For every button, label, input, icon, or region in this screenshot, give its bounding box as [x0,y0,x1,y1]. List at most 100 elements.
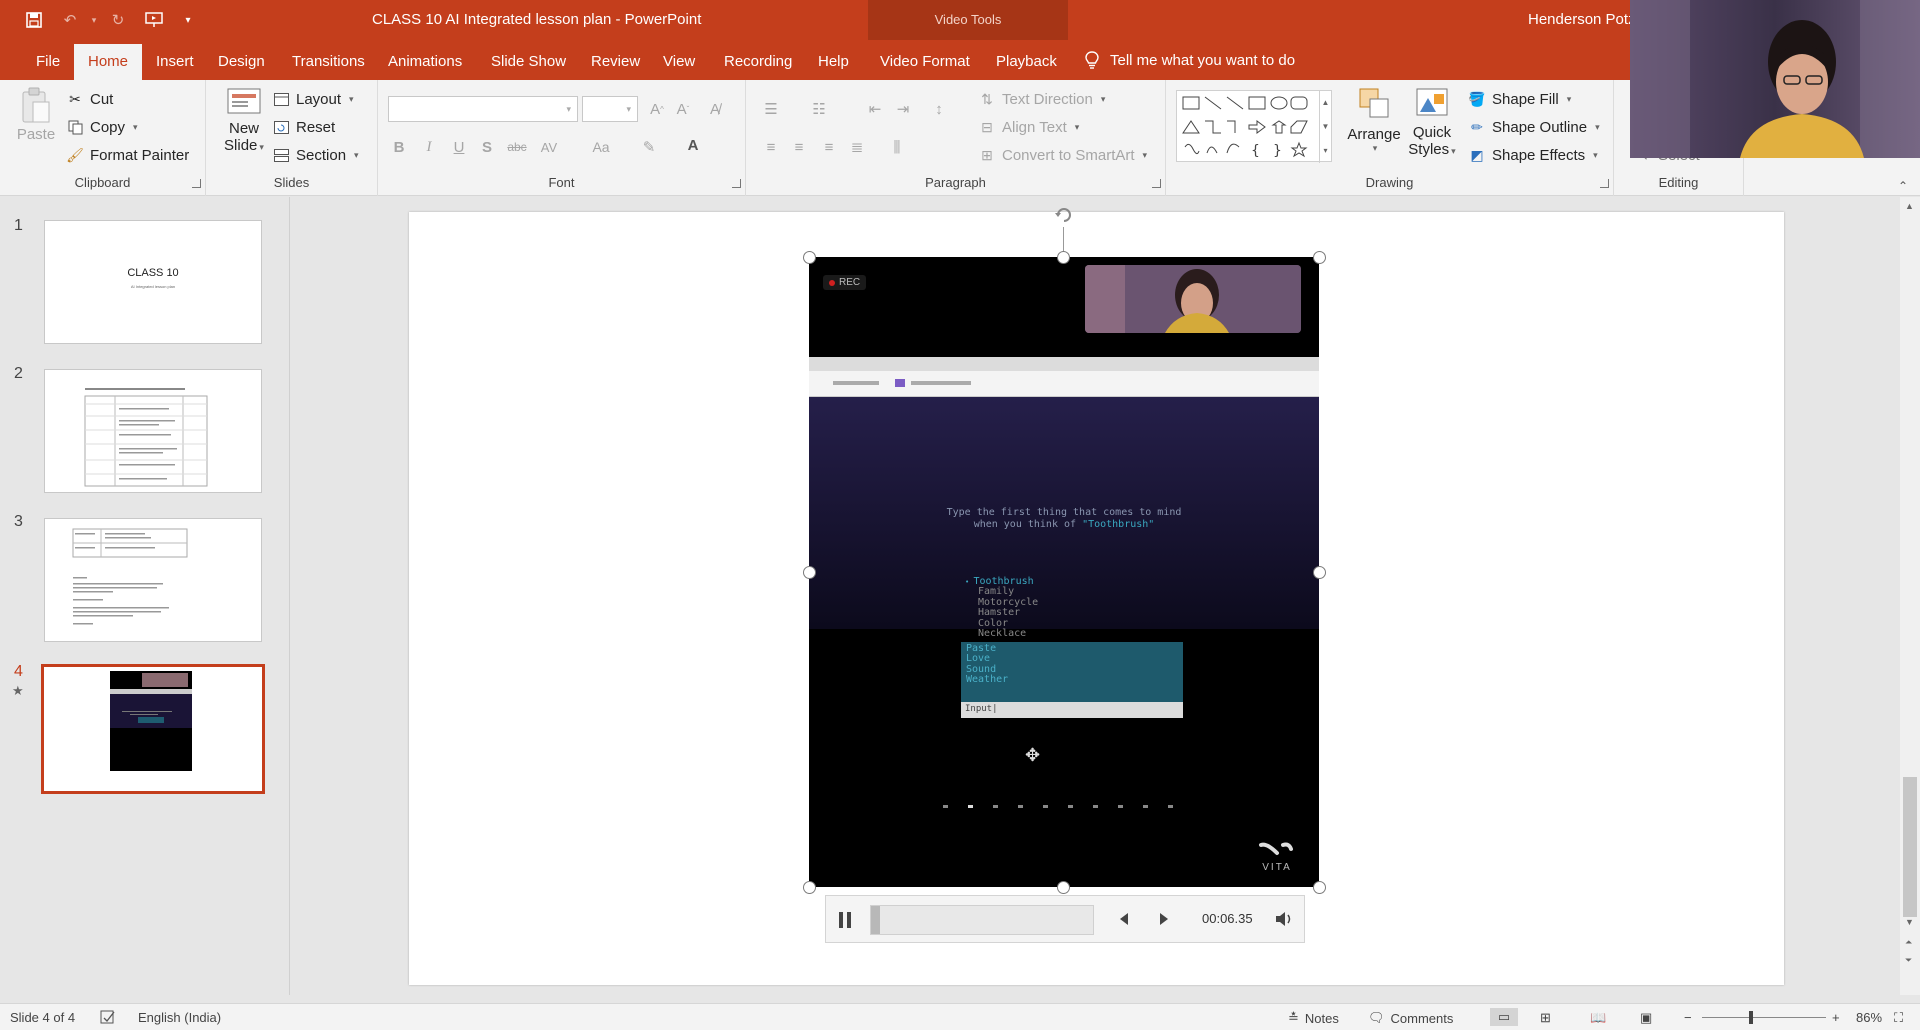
scroll-up-icon[interactable]: ▲ [1905,201,1914,211]
rotate-handle-icon[interactable] [1052,203,1076,227]
underline-button[interactable]: U [448,136,470,158]
slide-thumbnail-1[interactable]: CLASS 10 AI Integrated lesson plan [44,220,262,344]
align-right-icon[interactable]: ≡ [818,136,840,158]
user-name[interactable]: Henderson Potz [1528,11,1636,28]
slideshow-view-icon[interactable]: ▣ [1640,1010,1652,1026]
next-slide-icon[interactable]: ⏷ [1905,955,1912,966]
grow-font-icon[interactable]: A ^ [646,98,668,120]
scroll-down-icon[interactable]: ▼ [1905,917,1914,927]
align-text-button[interactable]: ⊟ Align Text ▾ [978,114,1079,140]
font-name-box[interactable]: ▾ [388,96,578,122]
bold-button[interactable]: B [388,136,410,158]
align-left-icon[interactable]: ≡ [760,136,782,158]
shape-outline-button[interactable]: ✏ Shape Outline ▾ [1468,114,1599,140]
shapes-gallery[interactable]: { } ▲ ▼ ▾ [1176,90,1332,163]
start-from-beginning-icon[interactable] [142,8,166,32]
resize-handle[interactable] [1057,881,1070,894]
copy-button[interactable]: Copy ▾ [66,114,138,140]
zoom-out-icon[interactable]: − [1684,1010,1692,1025]
shrink-font-icon[interactable]: Aˇ [672,98,694,120]
zoom-slider-thumb[interactable] [1749,1011,1753,1024]
increase-indent-icon[interactable]: ⇥ [892,98,914,120]
clear-formatting-icon[interactable]: A̸ [704,98,726,120]
next-frame-button[interactable] [1156,910,1172,931]
resize-handle[interactable] [1057,251,1070,264]
tab-video-format[interactable]: Video Format [866,40,984,80]
tell-me-search[interactable]: Tell me what you want to do [1084,40,1295,80]
tab-playback[interactable]: Playback [982,40,1071,80]
customize-qat-icon[interactable]: ▾ [176,8,200,32]
tab-recording[interactable]: Recording [710,40,806,80]
tab-transitions[interactable]: Transitions [278,40,379,80]
tab-slide-show[interactable]: Slide Show [477,40,580,80]
undo-dropdown-icon[interactable]: ▾ [82,8,106,32]
progress-bar[interactable] [870,905,1094,935]
tab-animations[interactable]: Animations [374,40,476,80]
numbering-icon[interactable]: ☷ [808,98,830,120]
notes-button[interactable]: ≛ Notes [1288,1010,1339,1026]
tab-insert[interactable]: Insert [142,40,208,80]
paste-button[interactable]: Paste [16,86,56,143]
spelling-icon[interactable] [100,1010,116,1024]
line-spacing-icon[interactable]: ↕ [928,98,950,120]
cut-button[interactable]: ✂ Cut [66,86,113,112]
resize-handle[interactable] [803,566,816,579]
tab-design[interactable]: Design [204,40,279,80]
quick-styles-button[interactable]: Quick Styles ▾ [1404,86,1460,158]
collapse-ribbon-icon[interactable]: ⌃ [1898,179,1908,193]
layout-button[interactable]: Layout ▾ [272,86,354,112]
change-case-button[interactable]: Aa [586,136,616,158]
volume-button[interactable] [1274,909,1294,932]
redo-icon[interactable]: ↻ [106,8,130,32]
zoom-in-icon[interactable]: + [1832,1010,1840,1025]
highlight-icon[interactable]: ✎ [638,136,660,158]
align-center-icon[interactable]: ≡ [788,136,810,158]
strikethrough-button[interactable]: abc [502,136,532,158]
columns-icon[interactable]: ⫼ [886,136,908,158]
convert-smartart-button[interactable]: ⊞ Convert to SmartArt ▾ [978,142,1147,168]
clipboard-launcher-icon[interactable] [192,179,201,188]
video-object[interactable]: REC Type the first thing that comes to m… [809,257,1319,887]
decrease-indent-icon[interactable]: ⇤ [864,98,886,120]
shape-fill-button[interactable]: 🪣 Shape Fill ▾ [1468,86,1571,112]
character-spacing-button[interactable]: AV [534,136,564,158]
save-icon[interactable] [22,8,46,32]
shape-effects-button[interactable]: ◩ Shape Effects ▾ [1468,142,1597,168]
tab-review[interactable]: Review [577,40,654,80]
pause-button[interactable] [836,910,854,930]
slide-canvas[interactable]: REC Type the first thing that comes to m… [409,208,1784,985]
bullets-icon[interactable]: ☰ [760,98,782,120]
drawing-launcher-icon[interactable] [1600,179,1609,188]
slide-thumbnail-3[interactable] [44,518,262,642]
resize-handle[interactable] [803,251,816,264]
tab-file[interactable]: File [22,40,74,80]
italic-button[interactable]: I [418,136,440,158]
format-painter-button[interactable]: 🖌 Format Painter [66,142,189,168]
shadow-button[interactable]: S [476,136,498,158]
previous-slide-icon[interactable]: ⏶ [1905,937,1912,948]
new-slide-button[interactable]: New Slide ▾ [218,86,270,154]
zoom-slider[interactable] [1702,1011,1826,1024]
tab-view[interactable]: View [649,40,709,80]
arrange-button[interactable]: Arrange ▾ [1346,86,1402,154]
resize-handle[interactable] [803,881,816,894]
previous-frame-button[interactable] [1116,910,1132,931]
chevron-down-icon[interactable]: ▾ [133,122,138,133]
language-indicator[interactable]: English (India) [138,1010,221,1025]
vertical-scrollbar[interactable]: ▲ ▼ ⏶ ⏷ [1900,197,1920,995]
reading-view-icon[interactable]: 📖 [1590,1010,1606,1026]
slide-sorter-icon[interactable]: ⊞ [1540,1010,1551,1026]
tab-help[interactable]: Help [804,40,863,80]
justify-icon[interactable]: ≣ [846,136,868,158]
scroll-thumb[interactable] [1903,777,1917,917]
undo-icon[interactable]: ↶ [58,8,82,32]
text-direction-button[interactable]: ⇅ Text Direction ▾ [978,86,1105,112]
paragraph-launcher-icon[interactable] [1152,179,1161,188]
font-size-box[interactable]: ▾ [582,96,638,122]
reset-button[interactable]: Reset [272,114,335,140]
normal-view-icon[interactable]: ▭ [1490,1008,1518,1026]
comments-button[interactable]: 🗨 Comments [1368,1010,1453,1026]
resize-handle[interactable] [1313,566,1326,579]
resize-handle[interactable] [1313,881,1326,894]
zoom-level[interactable]: 86% [1856,1010,1882,1025]
